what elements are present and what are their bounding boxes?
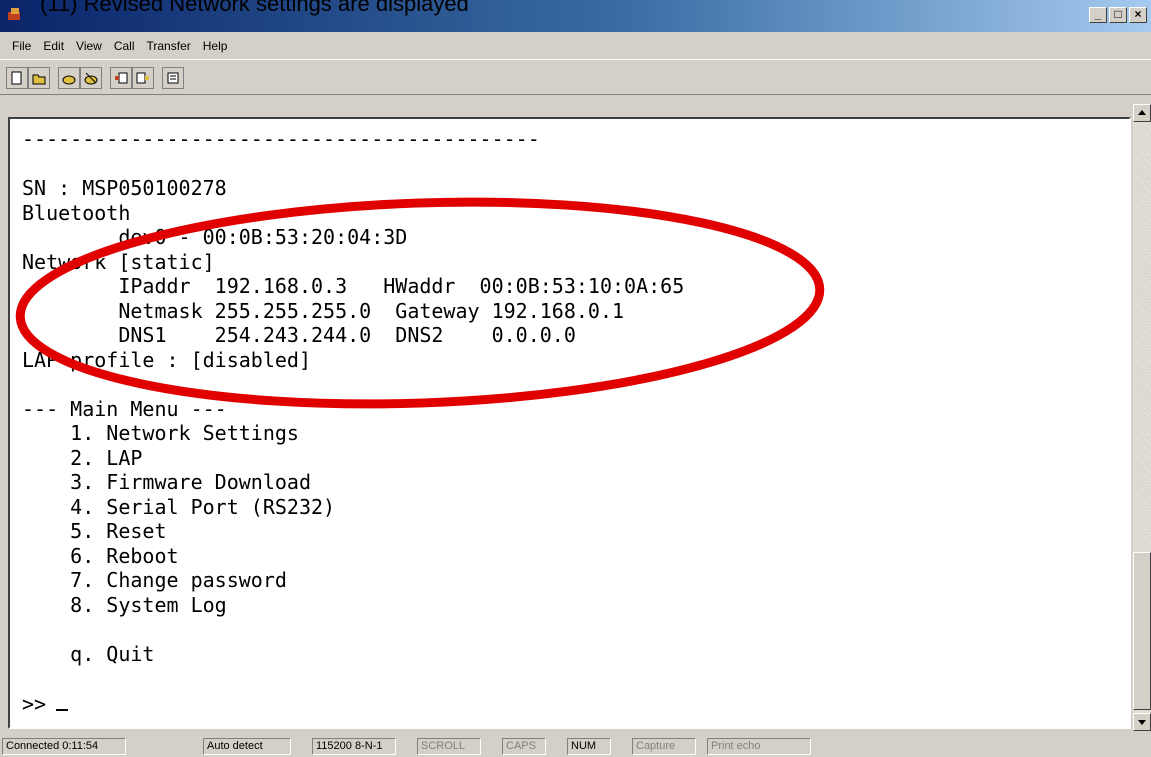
terminal-line: ----------------------------------------…: [22, 127, 540, 151]
terminal-line: >>: [22, 691, 69, 716]
menu-help[interactable]: Help: [197, 39, 234, 53]
terminal-line: 2. LAP: [22, 445, 143, 470]
caption-text: (11) Revised Network settings are displa…: [40, 0, 469, 16]
terminal-line: DNS1 254.243.244.0 DNS2 0.0.0.0: [22, 323, 576, 347]
minimize-button[interactable]: _: [1089, 7, 1107, 23]
menu-bar: File Edit View Call Transfer Help: [0, 33, 1151, 59]
properties-icon[interactable]: [162, 67, 184, 89]
terminal-line: --- Main Menu ---: [22, 396, 227, 421]
menu-view[interactable]: View: [70, 39, 108, 53]
status-print-echo: Print echo: [707, 738, 811, 755]
terminal-line: IPaddr 192.168.0.3 HWaddr 00:0B:53:10:0A…: [22, 274, 685, 298]
terminal-line: LAP profile : [disabled]: [22, 347, 311, 372]
terminal-screen[interactable]: ----------------------------------------…: [8, 117, 1131, 729]
arrow-down-icon: [1138, 720, 1146, 725]
connect-icon[interactable]: [58, 67, 80, 89]
status-bar: Connected 0:11:54 Auto detect 115200 8-N…: [0, 736, 1151, 757]
terminal-line: q. Quit: [22, 641, 155, 666]
status-connected: Connected 0:11:54: [2, 738, 126, 755]
toolbar: [0, 59, 1151, 95]
disconnect-icon[interactable]: [80, 67, 102, 89]
hyperterminal-icon: [8, 8, 20, 20]
terminal-line: 8. System Log: [22, 592, 227, 617]
menu-transfer[interactable]: Transfer: [141, 39, 197, 53]
new-icon[interactable]: [6, 67, 28, 89]
scroll-thumb[interactable]: [1133, 552, 1151, 710]
status-num: NUM: [567, 738, 611, 755]
terminal-line: 3. Firmware Download: [22, 470, 311, 494]
terminal-line: Network [static]: [22, 249, 215, 274]
title-bar: (11) Revised Network settings are displa…: [0, 0, 1151, 32]
status-detect: Auto detect: [203, 738, 291, 755]
menu-call[interactable]: Call: [108, 39, 141, 53]
terminal-line: 4. Serial Port (RS232): [22, 494, 336, 519]
status-caps: CAPS: [502, 738, 546, 755]
arrow-up-icon: [1138, 110, 1146, 115]
terminal-line: 1. Network Settings: [22, 421, 299, 445]
terminal-line: 6. Reboot: [22, 543, 179, 568]
status-capture: Capture: [632, 738, 696, 755]
terminal-line: dev0 - 00:0B:53:20:04:3D: [22, 225, 408, 249]
vertical-scrollbar[interactable]: [1133, 104, 1151, 731]
status-port: 115200 8-N-1: [312, 738, 396, 755]
menu-file[interactable]: File: [6, 39, 37, 53]
terminal-line: Netmask 255.255.255.0 Gateway 192.168.0.…: [22, 298, 625, 323]
scroll-up-button[interactable]: [1133, 104, 1151, 122]
text-cursor: [56, 691, 69, 711]
terminal-line: 7. Change password: [22, 568, 287, 592]
terminal-line: 5. Reset: [22, 519, 167, 543]
receive-icon[interactable]: [132, 67, 154, 89]
terminal-line: Bluetooth: [22, 200, 131, 225]
maximize-button[interactable]: □: [1109, 7, 1127, 23]
open-icon[interactable]: [28, 67, 50, 89]
menu-edit[interactable]: Edit: [37, 39, 70, 53]
status-scroll: SCROLL: [417, 738, 481, 755]
close-button[interactable]: ×: [1129, 7, 1147, 23]
terminal-line: SN : MSP050100278: [22, 176, 227, 200]
send-icon[interactable]: [110, 67, 132, 89]
scroll-down-button[interactable]: [1133, 713, 1151, 731]
